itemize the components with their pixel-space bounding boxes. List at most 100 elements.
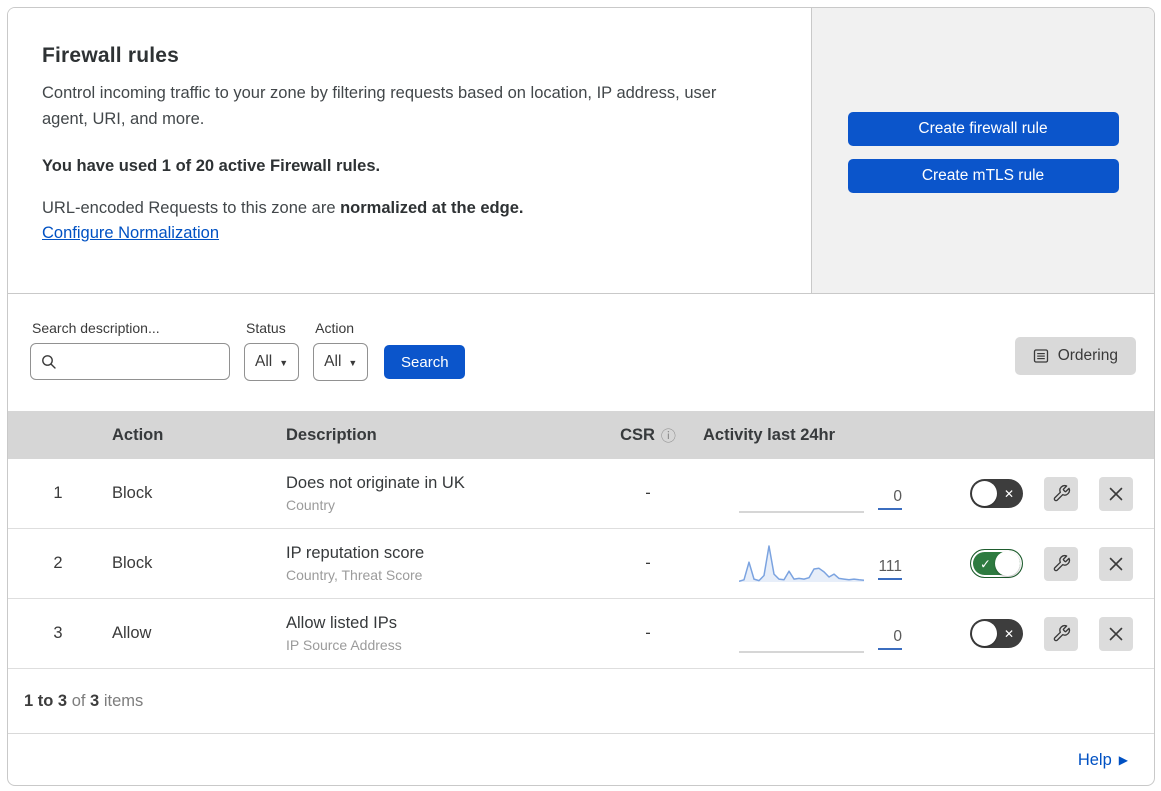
table-row: 3 Allow Allow listed IPs IP Source Addre…	[8, 599, 1154, 669]
rule-controls: ✓✕	[958, 476, 1154, 511]
delete-rule-button[interactable]	[1099, 616, 1133, 651]
activity-sparkline	[739, 510, 864, 513]
firewall-rules-card: Firewall rules Control incoming traffic …	[7, 7, 1155, 786]
actions-panel: Create firewall rule Create mTLS rule	[811, 8, 1154, 293]
close-icon	[1109, 627, 1123, 640]
header-section: Firewall rules Control incoming traffic …	[8, 8, 1154, 294]
rule-csr-value: -	[645, 624, 651, 642]
rule-enabled-toggle[interactable]: ✓✕	[970, 549, 1023, 578]
toggle-knob	[972, 621, 997, 646]
action-group: Action All ▼	[313, 320, 369, 381]
activity-sparkline	[739, 544, 864, 582]
normalization-bold: normalized at the edge.	[340, 199, 524, 217]
pagination-total: 3	[90, 691, 100, 710]
help-label: Help	[1077, 750, 1112, 769]
ordering-button[interactable]: Ordering	[1014, 337, 1136, 375]
rule-activity-cell: 0	[703, 472, 958, 516]
wrench-icon	[1053, 624, 1070, 642]
table-row: 1 Block Does not originate in UK Country…	[8, 459, 1154, 529]
wrench-icon	[1053, 484, 1070, 502]
page-title: Firewall rules	[42, 44, 180, 67]
edit-rule-button[interactable]	[1044, 476, 1078, 511]
activity-sparkline	[739, 650, 864, 653]
table-row: 2 Block IP reputation score Country, Thr…	[8, 529, 1154, 599]
search-input[interactable]	[63, 344, 221, 379]
rule-fields: IP Source Address	[286, 637, 402, 653]
search-group: Search description...	[30, 320, 230, 380]
rule-fields: Country	[286, 497, 336, 513]
toggle-knob	[995, 551, 1020, 576]
action-select[interactable]: All ▼	[313, 343, 369, 381]
rule-priority: 1	[53, 484, 63, 502]
pagination-of: of	[67, 691, 91, 710]
action-label: Action	[315, 320, 355, 336]
chevron-down-icon: ▼	[279, 358, 289, 368]
csr-column-header: CSR ⓘ	[593, 425, 703, 446]
usage-summary: You have used 1 of 20 active Firewall ru…	[42, 157, 381, 175]
pagination-range: 1 to 3	[24, 691, 68, 710]
arrow-right-icon: ▶	[1118, 753, 1128, 767]
description-column-header: Description	[286, 425, 377, 444]
header-text-area: Firewall rules Control incoming traffic …	[8, 8, 811, 293]
activity-count-link[interactable]: 0	[878, 488, 902, 510]
action-column-header: Action	[112, 425, 164, 444]
rule-enabled-toggle[interactable]: ✓✕	[970, 479, 1023, 508]
chevron-down-icon: ▼	[348, 358, 358, 368]
activity-count-link[interactable]: 0	[878, 628, 902, 650]
rule-activity-cell: 0	[703, 612, 958, 656]
configure-normalization-link[interactable]: Configure Normalization	[42, 224, 219, 243]
help-bar: Help ▶	[8, 734, 1154, 785]
help-link[interactable]: Help ▶	[1078, 751, 1128, 770]
delete-rule-button[interactable]	[1099, 546, 1133, 581]
search-label: Search description...	[32, 320, 160, 336]
table-header: Action Description CSR ⓘ Activity last 24…	[8, 411, 1154, 459]
rule-action: Block	[112, 484, 153, 502]
rule-controls: ✓✕	[958, 616, 1154, 651]
csr-label: CSR	[620, 425, 655, 444]
create-mtls-rule-button[interactable]: Create mTLS rule	[847, 159, 1119, 193]
rule-controls: ✓✕	[958, 546, 1154, 581]
rule-priority: 2	[53, 554, 63, 572]
toggle-knob	[972, 481, 997, 506]
status-group: Status All ▼	[244, 320, 300, 381]
rule-action: Allow	[112, 624, 152, 642]
action-value: All	[324, 353, 342, 370]
search-button[interactable]: Search	[384, 345, 466, 379]
search-box[interactable]	[30, 343, 230, 380]
pagination-bar: 1 to 3 of 3 items	[8, 669, 1154, 734]
rule-description: Does not originate in UK	[286, 474, 465, 492]
info-icon[interactable]: ⓘ	[661, 425, 676, 446]
rule-activity-cell: 111	[703, 542, 958, 586]
rule-action: Block	[112, 554, 153, 572]
pagination-items: items	[99, 691, 144, 710]
status-label: Status	[246, 320, 286, 336]
edit-rule-button[interactable]	[1044, 616, 1078, 651]
status-select[interactable]: All ▼	[244, 343, 300, 381]
wrench-icon	[1053, 554, 1070, 572]
x-mark-icon: ✕	[1003, 486, 1014, 501]
close-icon	[1109, 487, 1123, 500]
rule-csr-value: -	[645, 484, 651, 502]
firewall-rules-page: Firewall rules Control incoming traffic …	[0, 0, 1161, 791]
rule-csr-value: -	[645, 554, 651, 572]
filter-bar: Search description... Status All ▼ Action…	[8, 294, 1154, 411]
rule-fields: Country, Threat Score	[286, 567, 423, 583]
search-icon	[42, 354, 56, 369]
activity-column-header: Activity last 24hr	[703, 425, 836, 444]
edit-rule-button[interactable]	[1044, 546, 1078, 581]
rule-description: IP reputation score	[286, 544, 425, 562]
rule-enabled-toggle[interactable]: ✓✕	[970, 619, 1023, 648]
normalization-note: URL-encoded Requests to this zone are no…	[42, 199, 781, 218]
rule-description-cell: IP reputation score Country, Threat Scor…	[278, 544, 593, 583]
create-firewall-rule-button[interactable]: Create firewall rule	[847, 112, 1119, 146]
check-icon: ✓	[980, 556, 991, 571]
delete-rule-button[interactable]	[1099, 476, 1133, 511]
rule-description-cell: Allow listed IPs IP Source Address	[278, 614, 593, 653]
activity-count-link[interactable]: 111	[878, 558, 902, 580]
ordering-label: Ordering	[1057, 347, 1118, 364]
rule-description: Allow listed IPs	[286, 614, 397, 632]
normalization-prefix: URL-encoded Requests to this zone are	[42, 199, 341, 217]
page-description: Control incoming traffic to your zone by…	[42, 84, 717, 128]
rule-description-cell: Does not originate in UK Country	[278, 474, 593, 513]
status-value: All	[255, 353, 273, 370]
